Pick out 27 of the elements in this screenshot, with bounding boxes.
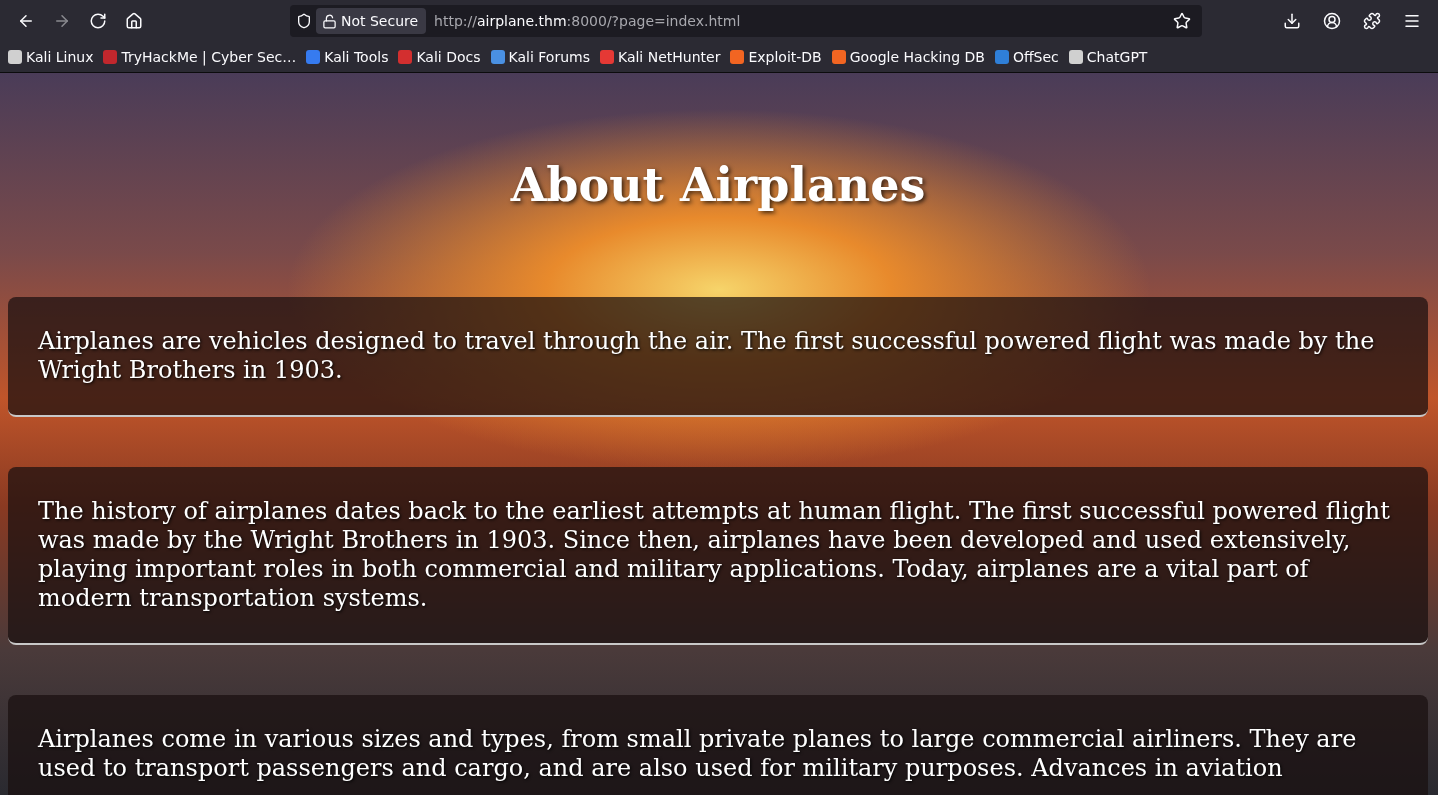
paragraph-card: Airplanes come in various sizes and types, from small private planes to large commercial airliners. They are used to transport passengers and cargo, and are also used for military purposes. Advances in aviation xyxy=(8,695,1428,795)
account-icon xyxy=(1323,12,1341,30)
bookmark-link[interactable]: TryHackMe | Cyber Sec… xyxy=(103,49,297,65)
download-icon xyxy=(1283,12,1301,30)
shield-icon xyxy=(296,13,312,29)
bookmark-link[interactable]: Kali Forums xyxy=(490,49,590,65)
bookmark-link[interactable]: ChatGPT xyxy=(1068,49,1148,65)
puzzle-piece-icon xyxy=(1363,12,1381,30)
url-text: http://airplane.thm:8000/?page=index.html xyxy=(434,13,742,29)
reload-icon xyxy=(89,12,107,30)
home-icon xyxy=(125,12,143,30)
forward-arrow-icon xyxy=(53,12,71,30)
address-bar[interactable]: Not Secure http://airplane.thm:8000/?page=index.html xyxy=(290,5,1202,37)
page-title: About Airplanes xyxy=(509,157,927,214)
bookmark-link[interactable]: Kali NetHunter xyxy=(599,49,721,65)
unlocked-padlock-icon xyxy=(322,13,337,29)
menu-icon xyxy=(1403,12,1421,30)
bookmark-link[interactable]: Kali Linux xyxy=(8,49,94,65)
bookmark-link[interactable]: Kali Tools xyxy=(306,49,389,65)
paragraph-card: The history of airplanes dates back to the earliest attempts at human flight. The first successful powered flight was made by the Wright Brothers in 1903. Since then, airplanes have been developed and used extensively, playing important roles in both commercial and military applications. Today, airplanes are a vital part of modern transportation systems. xyxy=(8,467,1428,645)
security-indicator[interactable]: Not Secure xyxy=(316,8,427,34)
bookmark-link[interactable]: Google Hacking DB xyxy=(831,49,985,65)
star-icon xyxy=(1173,12,1191,30)
bookmark-link[interactable]: Kali Docs xyxy=(398,49,481,65)
bookmark-link[interactable]: OffSec xyxy=(994,49,1059,65)
bookmark-link[interactable]: Exploit-DB xyxy=(730,49,822,65)
paragraph-card: Airplanes are vehicles designed to travel through the air. The first successful powered flight was made by the Wright Brothers in 1903. xyxy=(8,297,1428,417)
